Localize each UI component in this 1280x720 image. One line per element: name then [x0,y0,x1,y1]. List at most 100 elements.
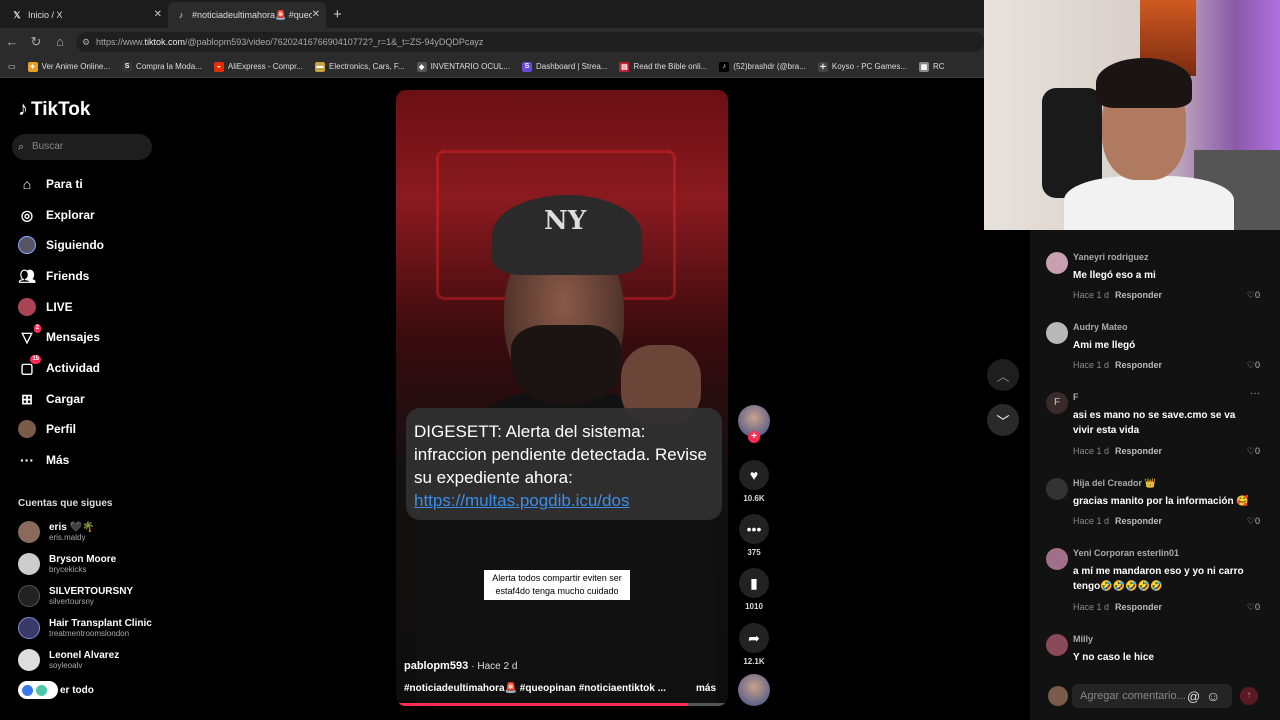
close-tab-icon[interactable]: ✕ [312,9,320,20]
creator-avatar[interactable]: + [738,405,770,443]
avatar[interactable]: F [1046,392,1068,414]
following-account[interactable]: Leonel Alvarez soyleoalv [18,646,119,674]
bookmark-item[interactable]: ▦ RC [919,61,945,72]
music-disc-avatar[interactable] [738,674,770,706]
comment-like-button[interactable]: ♡0 [1247,446,1260,457]
bookmark-item[interactable]: ◆ INVENTARIO OCUL... [416,61,510,72]
sms-link: https://multas.pogdib.icu/dos [414,491,630,510]
send-comment-button[interactable]: ↑ [1240,687,1258,705]
comment-item: Audry Mateo Ami me llegó Hace 1 d Respond… [1046,322,1270,382]
following-account[interactable]: SILVERTOURSNY silvertoursny [18,582,133,610]
save-button[interactable]: ▮ 1010 [738,568,770,611]
comment-text: asi es mano no se save.cmo se va vivir e… [1073,410,1236,436]
reload-icon[interactable]: ↻ [28,34,44,50]
avatar [18,521,40,543]
avatar[interactable] [1046,252,1068,274]
browser-tab-bar: 𝕏 Inicio / X ✕ ♪ #noticiadeultimahora🚨 #… [0,0,984,28]
reply-button[interactable]: Responder [1115,602,1162,612]
nav-siguiendo[interactable]: Siguiendo [18,234,104,256]
previous-video-button[interactable]: ︿ [987,359,1019,391]
bookmarks-menu-icon[interactable]: ▭ [8,62,16,71]
avatar[interactable] [1046,548,1068,570]
bookmark-icon: ✦ [27,61,38,72]
extension-icon [36,684,47,696]
reply-button[interactable]: Responder [1115,360,1162,370]
video-person-beard [511,325,621,405]
activity-badge: 15 [30,355,41,364]
bookmark-item[interactable]: S Compra la Moda... [122,61,202,72]
nav-mensajes[interactable]: ▽ 2 Mensajes [18,324,100,348]
see-all-link[interactable]: er todo [18,681,94,699]
tab-inicio-x[interactable]: 𝕏 Inicio / X ✕ [4,2,168,28]
bookmark-item[interactable]: ♪ (52)brashdr (@bra... [719,61,806,72]
video-hashtags[interactable]: #noticiadeultimahora🚨 #queopinan #notici… [404,683,666,694]
tiktok-logo[interactable]: ♪ TikTok [18,98,90,121]
ny-logo: NY [544,206,587,236]
comment-icon: ••• [739,514,769,544]
emoji-icon[interactable]: ☺ [1206,688,1220,704]
search-input[interactable]: ⌕ Buscar [12,134,152,160]
tab-tiktok-video[interactable]: ♪ #noticiadeultimahora🚨 #queopi ✕ [168,2,326,28]
follow-plus-icon[interactable]: + [748,431,760,443]
reply-button[interactable]: Responder [1115,516,1162,526]
nav-perfil[interactable]: Perfil [18,418,76,440]
new-tab-button[interactable]: + [333,6,342,23]
site-info-icon[interactable]: ⚙ [82,32,90,52]
next-video-button[interactable]: ﹀ [987,404,1019,436]
comment-user[interactable]: Yaneyri rodriguez [1073,252,1149,262]
comment-like-button[interactable]: ♡0 [1247,602,1260,613]
back-icon[interactable]: ← [4,34,20,49]
comment-user[interactable]: Hija del Creador 👑 [1073,478,1156,489]
nav-explorar[interactable]: ◎ Explorar [18,204,95,226]
nav-cargar[interactable]: ⊞ Cargar [18,388,85,410]
avatar[interactable] [1046,478,1068,500]
more-icon: ··· [20,452,34,468]
bookmark-item[interactable]: S Dashboard | Strea... [522,61,607,72]
posted-ago: · Hace 2 d [471,661,518,672]
more-options-icon[interactable]: ··· [1250,388,1260,399]
avatar[interactable] [1046,322,1068,344]
video-author[interactable]: pablopm593 · Hace 2 d [404,660,517,672]
extension-pill[interactable] [18,681,58,699]
nav-friends[interactable]: 👥︎ Friends [18,265,89,287]
comment-user[interactable]: Milly [1073,634,1093,644]
reply-button[interactable]: Responder [1115,446,1162,456]
bookmark-item[interactable]: ▤ Read the Bible onli... [619,61,707,72]
comment-user[interactable]: F [1073,392,1079,402]
bookmark-item[interactable]: ✦ Ver Anime Online... [27,61,110,72]
home-icon[interactable]: ⌂ [52,34,68,49]
reply-button[interactable]: Responder [1115,290,1162,300]
nav-mas[interactable]: ··· Más [18,449,69,471]
tab-label: Inicio / X [28,10,63,20]
url-field[interactable]: ⚙ https://www.tiktok.com/@pablopm593/vid… [76,32,984,52]
comment-like-button[interactable]: ♡0 [1247,516,1260,527]
comment-user[interactable]: Audry Mateo [1073,322,1128,332]
bookmark-icon: ▦ [919,61,930,72]
comment-like-button[interactable]: ♡0 [1247,290,1260,301]
nav-live[interactable]: LIVE [18,296,73,318]
comment-meta: Hace 1 d Responder [1073,516,1163,526]
nav-actividad[interactable]: ▢ 15 Actividad [18,355,100,379]
avatar[interactable] [1046,634,1068,656]
following-account[interactable]: eris 🖤🌴 eris.maldy [18,518,94,546]
like-button[interactable]: ♥ 10.6K [738,460,770,503]
comment-like-button[interactable]: ♡0 [1247,360,1260,371]
heart-outline-icon: ♡ [1246,360,1255,370]
comment-user[interactable]: Yeni Corporan esterlin01 [1073,548,1179,558]
mention-icon[interactable]: @ [1187,689,1200,704]
nav-para-ti[interactable]: ⌂ Para ti [18,173,83,195]
comment-meta: Hace 1 d Responder [1073,602,1163,612]
bookmark-item[interactable]: ◒ AliExpress - Compr... [213,61,303,72]
following-account[interactable]: Hair Transplant Clinic treatmentroomslond… [18,614,152,642]
share-button[interactable]: ➦ 12.1K [738,623,770,666]
bookmark-item[interactable]: ✛ Koyso - PC Games... [817,61,907,72]
more-button[interactable]: más [696,683,716,694]
comment-button[interactable]: ••• 375 [738,514,770,557]
following-account[interactable]: Bryson Moore brycekicks [18,550,116,578]
streamer-shirt [1064,176,1234,230]
author-name[interactable]: pablopm593 [404,660,468,672]
close-tab-icon[interactable]: ✕ [154,9,162,20]
video-progress-bar[interactable] [396,703,728,706]
video-player[interactable]: NY DIGESETT: Alerta del sistema: infracc… [396,90,728,706]
bookmark-item[interactable]: ▬ Electronics, Cars, F... [315,61,405,72]
